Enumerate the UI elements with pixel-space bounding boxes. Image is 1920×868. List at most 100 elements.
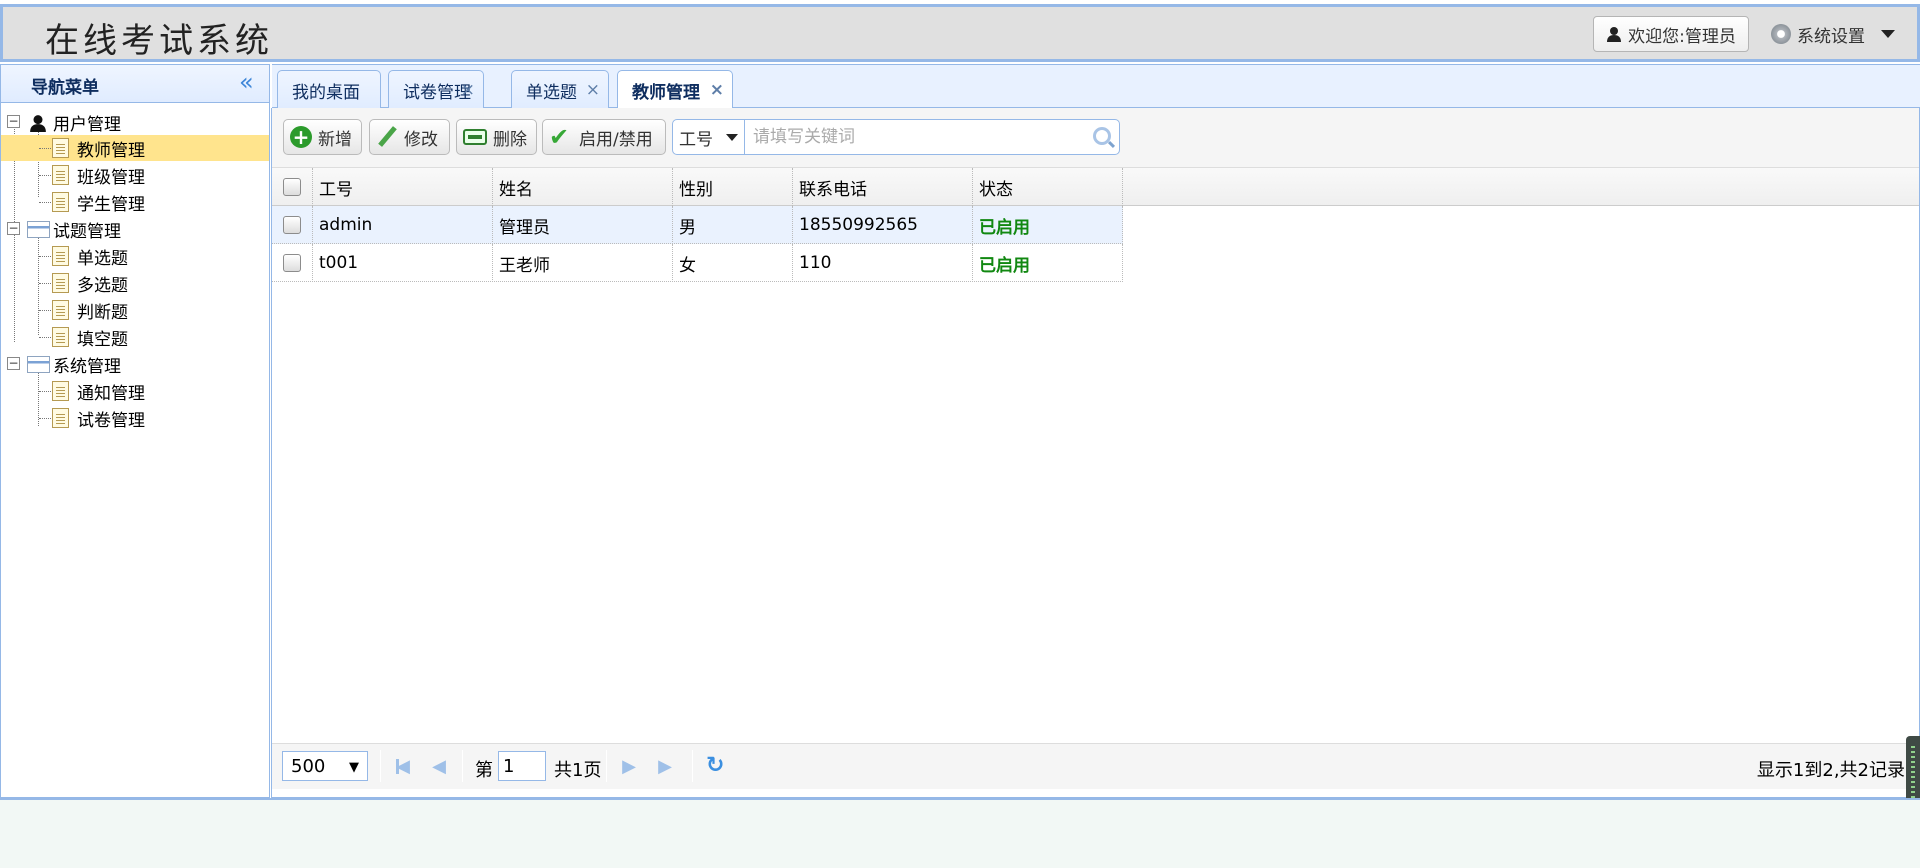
enable-disable-button[interactable]: ✔ 启用/禁用 [542,119,666,155]
folder-icon [27,356,50,373]
delete-button-label: 删除 [493,129,527,150]
row-checkbox[interactable] [283,216,301,234]
search-field-value: 工号 [679,129,713,150]
tree-connector [39,175,51,176]
tab-label: 教师管理 [632,83,700,103]
page-size-select[interactable]: 500 ▼ [282,751,368,781]
folder-icon [27,221,50,238]
check-icon: ✔ [549,123,570,151]
delete-button[interactable]: 删除 [456,119,537,155]
column-header-id[interactable]: 工号 [313,168,493,206]
close-icon[interactable]: × [461,80,475,100]
cell-name: 王老师 [493,244,673,282]
add-button[interactable]: + 新增 [283,119,362,155]
sidebar-item-label: 单选题 [77,248,128,269]
sidebar-item-label: 学生管理 [77,194,145,215]
prev-page-icon[interactable]: ◀ [428,756,450,778]
cell-gender: 女 [673,244,793,282]
pagination-bar: 500 ▼ ◀ ◀ 第 共1页 ▶ ▶ ↻ 显示1到2,共2记录 [272,743,1919,789]
table-row[interactable]: admin 管理员 男 18550992565 已启用 [272,206,1123,244]
tree-group-label: 系统管理 [53,356,121,377]
welcome-user-button[interactable]: 欢迎您:管理员 [1593,16,1749,52]
sidebar-item-label: 试卷管理 [77,410,145,431]
tab-teacher-management[interactable]: 教师管理 × [617,70,733,110]
sidebar-title: 导航菜单 [31,78,99,98]
close-icon[interactable]: × [586,80,600,100]
column-header-gender[interactable]: 性别 [673,168,793,206]
sidebar-item-true-false[interactable]: 判断题 [1,297,269,323]
page-number-input[interactable] [498,751,546,781]
tab-label: 单选题 [526,82,577,103]
sidebar-item-student-management[interactable]: 学生管理 [1,189,269,215]
settings-label: 系统设置 [1797,26,1865,47]
pager-divider [380,750,381,782]
collapse-sidebar-icon[interactable]: « [239,69,254,95]
welcome-label: 欢迎您:管理员 [1628,26,1736,47]
app-title: 在线考试系统 [45,21,273,61]
pager-divider [462,750,463,782]
row-checkbox[interactable] [283,254,301,272]
pencil-icon [376,126,398,148]
sidebar-item-single-choice[interactable]: 单选题 [1,243,269,269]
tree-group-user-management[interactable]: − 用户管理 [1,109,269,135]
file-icon [52,408,69,428]
edit-button[interactable]: 修改 [369,119,450,155]
gear-icon [1771,24,1791,44]
column-header-status[interactable]: 状态 [973,168,1123,206]
status-badge: 已启用 [973,206,1123,244]
sidebar-item-fill-blank[interactable]: 填空题 [1,324,269,350]
close-icon[interactable]: × [710,80,724,100]
sidebar-item-notice-management[interactable]: 通知管理 [1,378,269,404]
tab-my-desktop[interactable]: 我的桌面 [277,70,381,109]
file-icon [52,300,69,320]
last-page-icon[interactable]: ▶ [654,756,676,778]
enable-disable-label: 启用/禁用 [579,129,653,150]
sidebar-item-label: 判断题 [77,302,128,323]
pager-divider [606,750,607,782]
search-field-select[interactable]: 工号 [673,120,745,154]
chevron-down-icon [726,134,738,141]
toolbar: + 新增 修改 删除 ✔ 启用/禁用 工号 [272,108,1919,168]
collapse-toggle-icon[interactable]: − [7,357,20,370]
sidebar-item-teacher-management[interactable]: 教师管理 [1,135,269,161]
search-input[interactable] [753,120,1083,154]
tab-single-choice[interactable]: 单选题 × [511,70,609,109]
tree-group-system-management[interactable]: − 系统管理 [1,351,269,377]
chevron-down-icon: ▼ [349,760,359,775]
sidebar-item-multiple-choice[interactable]: 多选题 [1,270,269,296]
page-size-value: 500 [291,755,326,777]
tree-group-question-management[interactable]: − 试题管理 [1,216,269,242]
tree-connector [39,337,51,338]
tree-connector [39,418,51,419]
select-all-checkbox[interactable] [283,178,301,196]
first-page-icon[interactable]: ◀ [392,756,414,778]
column-header-phone[interactable]: 联系电话 [793,168,973,206]
sidebar-item-paper-management[interactable]: 试卷管理 [1,405,269,431]
tabs-bar: 我的桌面 试卷管理 × 单选题 × 教师管理 × [272,64,1920,110]
file-icon [52,165,69,185]
minus-icon [463,129,487,145]
tab-paper-management[interactable]: 试卷管理 × [388,70,484,109]
search-icon[interactable] [1093,127,1111,145]
collapse-toggle-icon[interactable]: − [7,115,20,128]
app-header: 在线考试系统 欢迎您:管理员 系统设置 [0,4,1920,62]
column-header-name[interactable]: 姓名 [493,168,673,206]
cell-id: t001 [313,244,493,282]
cell-phone: 110 [793,244,973,282]
select-all-cell [272,168,313,206]
tree-connector [39,256,51,257]
sidebar-item-label: 通知管理 [77,383,145,404]
add-button-label: 新增 [318,129,352,150]
tree-connector [39,310,51,311]
table-row[interactable]: t001 王老师 女 110 已启用 [272,244,1123,282]
file-icon [52,381,69,401]
sidebar-item-class-management[interactable]: 班级管理 [1,162,269,188]
sidebar-item-label: 班级管理 [77,167,145,188]
file-icon [52,246,69,266]
row-select-cell [272,206,313,244]
next-page-icon[interactable]: ▶ [618,756,640,778]
collapse-toggle-icon[interactable]: − [7,222,20,235]
refresh-icon[interactable]: ↻ [706,755,726,777]
system-settings-menu[interactable]: 系统设置 [1771,16,1895,52]
tree-connector [39,283,51,284]
